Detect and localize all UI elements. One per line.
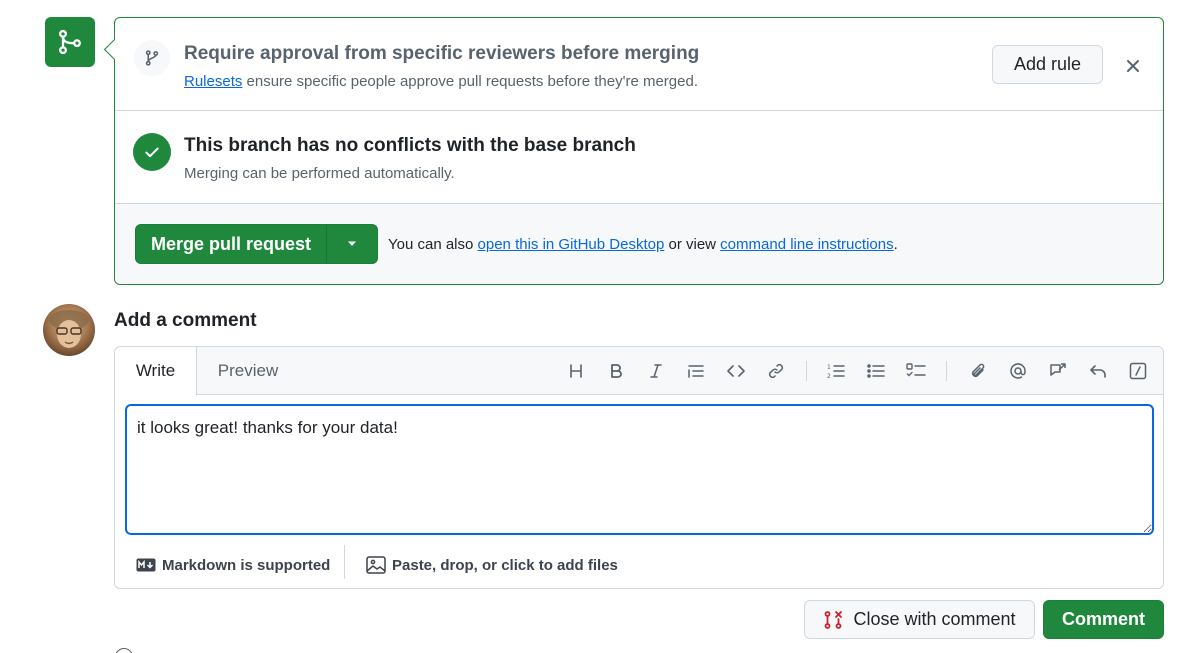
avatar[interactable]: [43, 304, 95, 356]
editor-toolbar: Write Preview 12: [115, 347, 1163, 395]
rulesets-link[interactable]: Rulesets: [184, 73, 242, 90]
saved-reply-icon[interactable]: [1086, 359, 1110, 383]
tab-preview[interactable]: Preview: [197, 347, 299, 395]
git-merge-icon: [59, 29, 81, 55]
markdown-note-text: Markdown is supported: [162, 556, 331, 574]
merge-status-badge: [45, 17, 95, 67]
pull-request-merge-area: Require approval from specific reviewers…: [0, 0, 1178, 653]
unordered-list-icon[interactable]: [864, 359, 888, 383]
heading-icon[interactable]: [564, 359, 588, 383]
bold-icon[interactable]: [604, 359, 628, 383]
check-circle: [133, 133, 171, 171]
comment-editor: Write Preview 12 it looks great! thanks …: [114, 346, 1164, 589]
tab-write[interactable]: Write: [115, 347, 197, 395]
timeline-icon: [115, 648, 133, 653]
markdown-supported-note[interactable]: Markdown is supported: [136, 553, 330, 577]
conflicts-title: This branch has no conflicts with the ba…: [184, 135, 636, 156]
branch-icon-circle: [134, 40, 170, 76]
mention-icon[interactable]: [1006, 359, 1030, 383]
slash-command-icon[interactable]: [1126, 359, 1150, 383]
footer-divider: [344, 545, 345, 579]
command-line-instructions-link[interactable]: command line instructions: [720, 236, 893, 253]
svg-text:2: 2: [827, 373, 831, 379]
italic-icon[interactable]: [644, 359, 668, 383]
merge-alternatives-note: You can also open this in GitHub Desktop…: [388, 236, 898, 253]
approval-rule-title: Require approval from specific reviewers…: [184, 43, 700, 64]
editor-footer: Markdown is supported Paste, drop, or cl…: [115, 543, 1163, 589]
approval-rule-section: Require approval from specific reviewers…: [115, 18, 1163, 111]
svg-text:1: 1: [827, 364, 831, 371]
conflicts-section: This branch has no conflicts with the ba…: [115, 111, 1163, 204]
image-icon: [366, 556, 386, 574]
close-with-comment-button[interactable]: Close with comment: [804, 600, 1035, 639]
add-rule-button[interactable]: Add rule: [992, 45, 1103, 84]
code-icon[interactable]: [724, 359, 748, 383]
task-list-icon[interactable]: [904, 359, 928, 383]
git-pull-request-closed-icon: [825, 610, 843, 629]
approval-rule-subtitle: Rulesets ensure specific people approve …: [184, 73, 698, 90]
note-middle: or view: [664, 236, 721, 253]
github-desktop-link[interactable]: open this in GitHub Desktop: [478, 236, 665, 253]
comment-button[interactable]: Comment: [1043, 600, 1164, 639]
triangle-down-icon: [348, 241, 356, 246]
toolbar-divider: [946, 361, 947, 381]
merge-box: Require approval from specific reviewers…: [114, 17, 1164, 285]
merge-options-dropdown[interactable]: [327, 225, 377, 263]
note-suffix: .: [893, 236, 898, 253]
quote-icon[interactable]: [684, 359, 708, 383]
add-files-text: Paste, drop, or click to add files: [392, 556, 618, 574]
merge-pull-request-button[interactable]: Merge pull request: [136, 225, 327, 263]
merge-button-group: Merge pull request: [135, 224, 378, 264]
approval-rule-subtitle-text: ensure specific people approve pull requ…: [242, 73, 698, 90]
git-branch-icon: [145, 50, 159, 66]
attach-icon[interactable]: [966, 359, 990, 383]
ordered-list-icon[interactable]: 12: [824, 359, 848, 383]
check-icon: [145, 147, 159, 158]
comment-textarea[interactable]: it looks great! thanks for your data!: [125, 404, 1154, 535]
reference-icon[interactable]: [1046, 359, 1070, 383]
add-comment-heading: Add a comment: [114, 310, 257, 331]
add-files-note[interactable]: Paste, drop, or click to add files: [366, 553, 618, 577]
dismiss-close-icon[interactable]: [1121, 54, 1145, 78]
markdown-icon: [136, 558, 156, 572]
link-icon[interactable]: [764, 359, 788, 383]
merge-action-section: Merge pull request You can also open thi…: [115, 204, 1163, 284]
close-with-comment-label: Close with comment: [853, 609, 1016, 629]
note-prefix: You can also: [388, 236, 478, 253]
conflicts-subtitle: Merging can be performed automatically.: [184, 165, 455, 182]
toolbar-divider: [806, 361, 807, 381]
